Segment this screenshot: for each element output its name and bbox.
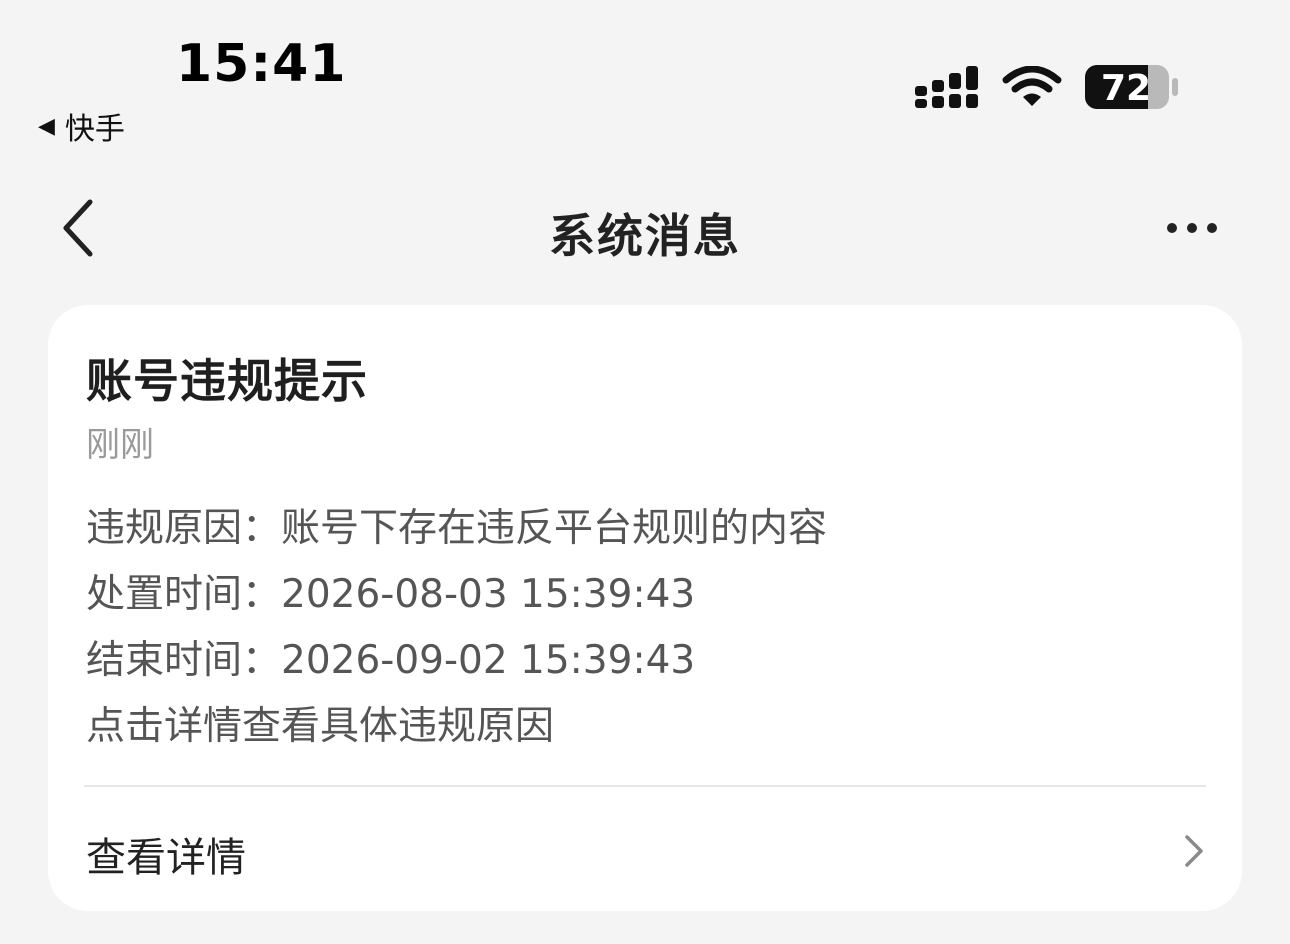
- detail-hint: 点击详情查看具体违规原因: [86, 704, 555, 749]
- end-time: 结束时间：2026-09-02 15:39:43: [86, 638, 696, 683]
- cellular-signal-icon: [915, 66, 978, 108]
- view-details-button[interactable]: 查看详情: [48, 787, 1242, 911]
- message-card: 账号违规提示 刚刚 违规原因：账号下存在违反平台规则的内容 处置时间：2026-…: [48, 305, 1242, 911]
- violation-reason: 违规原因：账号下存在违反平台规则的内容: [86, 506, 828, 551]
- wifi-icon: [1002, 66, 1062, 106]
- message-time: 刚刚: [86, 425, 154, 465]
- battery-icon: 72: [1085, 65, 1178, 109]
- status-bar: 15:41 ◀ 快手 72: [0, 0, 1290, 160]
- battery-level: 72: [1101, 68, 1151, 109]
- view-details-label: 查看详情: [86, 835, 246, 881]
- back-to-app-label: 快手: [64, 112, 125, 147]
- back-to-app-button[interactable]: ◀ 快手: [38, 104, 125, 148]
- message-title: 账号违规提示: [86, 354, 368, 408]
- navigation-bar: 系统消息: [0, 176, 1290, 280]
- status-time: 15:41: [176, 34, 347, 94]
- triangle-left-icon: ◀: [38, 113, 55, 139]
- chevron-right-icon: [1185, 835, 1203, 867]
- more-horizontal-icon[interactable]: [1160, 208, 1224, 248]
- page-title: 系统消息: [549, 209, 741, 263]
- action-time: 处置时间：2026-08-03 15:39:43: [86, 572, 696, 617]
